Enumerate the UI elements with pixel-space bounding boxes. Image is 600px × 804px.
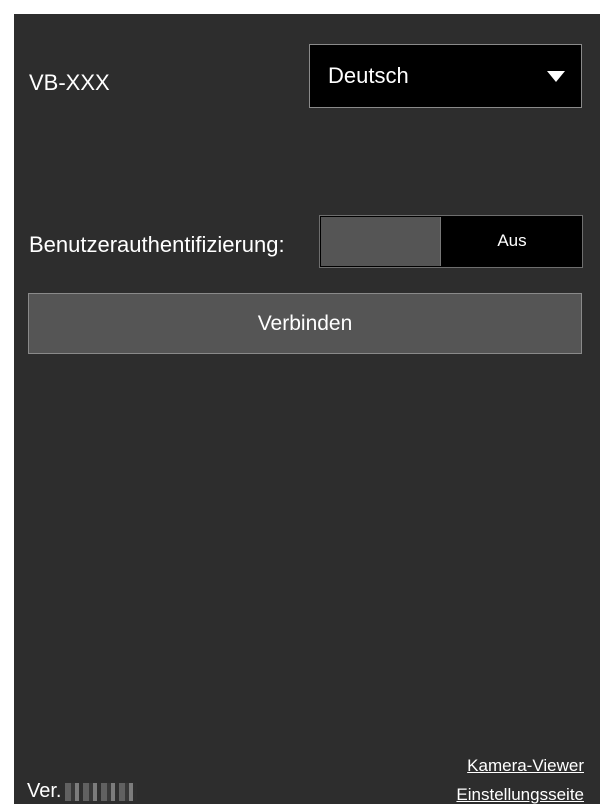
user-authentication-toggle[interactable]: Aus [319, 215, 583, 268]
toggle-state-label: Aus [497, 231, 527, 250]
camera-viewer-link[interactable]: Kamera-Viewer [456, 751, 584, 780]
language-select[interactable]: Deutsch [309, 44, 582, 108]
connect-button-label: Verbinden [257, 312, 353, 335]
triangle-down-icon [547, 71, 565, 82]
connect-button[interactable]: Verbinden [28, 293, 582, 354]
redacted-version-number [65, 782, 138, 801]
toggle-knob[interactable] [321, 217, 441, 266]
camera-model-label: VB-XXX [29, 70, 110, 95]
footer-links: Kamera-Viewer Einstellungsseite [456, 751, 584, 804]
user-authentication-label: Benutzerauthentifizierung: [29, 232, 285, 257]
settings-page-link[interactable]: Einstellungsseite [456, 780, 584, 804]
login-panel: VB-XXX Deutsch Benutzerauthentifizierung… [14, 14, 600, 804]
version-prefix: Ver. [27, 780, 62, 802]
language-selected-value: Deutsch [328, 63, 409, 88]
version-info: Ver. [27, 780, 138, 803]
